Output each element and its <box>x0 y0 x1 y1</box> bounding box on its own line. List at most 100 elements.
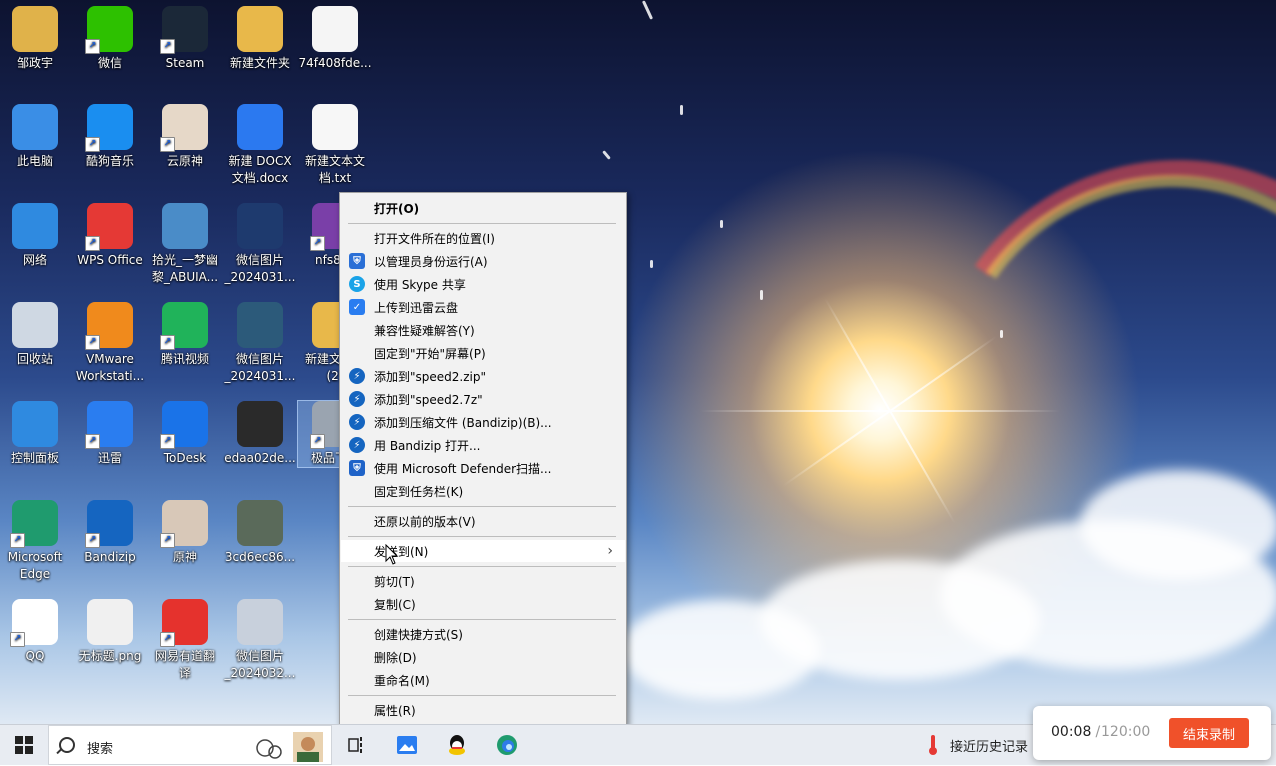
desktop-icon[interactable]: 新建文本文 档.txt <box>298 104 372 187</box>
taskbar-qq[interactable] <box>442 725 472 765</box>
taskbar-edge[interactable] <box>492 725 522 765</box>
desktop-icon[interactable]: ↗ 迅雷 <box>73 401 147 467</box>
cloud-genshin-icon: ↗ <box>160 104 208 152</box>
context-menu-item-label: 复制(C) <box>374 597 416 612</box>
context-menu-item[interactable]: ⚡ 添加到"speed2.7z" <box>341 388 625 410</box>
image-file-icon <box>162 203 208 249</box>
start-button[interactable] <box>0 725 48 765</box>
docx-file-icon <box>237 104 283 150</box>
desktop-icon-label: 无标题.png <box>78 649 142 663</box>
menu-separator <box>348 223 616 224</box>
desktop-icon[interactable]: ↗ Steam <box>148 6 222 72</box>
context-menu-item[interactable]: 打开(O) <box>341 197 625 219</box>
desktop-icon[interactable]: 无标题.png <box>73 599 147 665</box>
star-streak <box>720 220 723 228</box>
context-menu-item[interactable]: 属性(R) <box>341 699 625 721</box>
taskbar-photos[interactable] <box>392 725 422 765</box>
desktop-icon[interactable]: 微信图片 _2024032... <box>223 599 297 682</box>
image-file-icon <box>237 401 283 447</box>
context-menu-item[interactable]: 剪切(T) <box>341 570 625 592</box>
desktop-icon-label: 控制面板 <box>10 451 59 465</box>
desktop-icon[interactable]: ↗ QQ <box>0 599 72 665</box>
desktop-icon-label: edaa02de... <box>224 451 296 465</box>
image-file-icon <box>237 599 283 645</box>
desktop-icon-label: 邹政宇 <box>16 56 53 70</box>
desktop-icon[interactable]: ↗ 网易有道翻 译 <box>148 599 222 682</box>
desktop-icon[interactable]: 新建 DOCX 文档.docx <box>223 104 297 187</box>
desktop-icon-label: Bandizip <box>84 550 136 564</box>
desktop-icon-label: QQ <box>25 649 45 663</box>
context-menu-item[interactable]: 发送到(N) › <box>341 540 625 562</box>
shortcut-arrow-icon: ↗ <box>160 335 175 350</box>
desktop-icon[interactable]: 74f408fde... <box>298 6 372 72</box>
genshin-icon: ↗ <box>160 500 208 548</box>
search-icon <box>59 737 75 753</box>
desktop-icon[interactable]: 网络 <box>0 203 72 269</box>
weather-widget[interactable] <box>922 725 944 765</box>
desktop-icon[interactable]: ↗ Microsoft Edge <box>0 500 72 583</box>
desktop-icon[interactable]: 3cd6ec86... <box>223 500 297 566</box>
desktop-icon[interactable]: ↗ 原神 <box>148 500 222 566</box>
desktop-icon[interactable]: 拾光_一梦幽 黎_ABUIA... <box>148 203 222 286</box>
news-widget-text[interactable]: 接近历史记录 <box>950 725 1040 765</box>
desktop-icon[interactable]: 邹政宇 <box>0 6 72 72</box>
desktop-icon[interactable]: edaa02de... <box>223 401 297 467</box>
desktop-icon[interactable]: 控制面板 <box>0 401 72 467</box>
context-menu-item-label: 添加到"speed2.zip" <box>374 369 486 384</box>
context-menu-item[interactable]: 固定到任务栏(K) <box>341 480 625 502</box>
context-menu-item[interactable]: 重命名(M) <box>341 669 625 691</box>
context-menu-item[interactable]: ✓ 上传到迅雷云盘 <box>341 296 625 318</box>
context-menu-item[interactable]: 复制(C) <box>341 593 625 615</box>
desktop-icon-label: 微信图片 _2024031... <box>224 253 296 284</box>
desktop-icon[interactable]: ↗ 微信 <box>73 6 147 72</box>
chevron-right-icon: › <box>607 543 613 559</box>
context-menu-item[interactable]: S 使用 Skype 共享 <box>341 273 625 295</box>
shortcut-arrow-icon: ↗ <box>160 137 175 152</box>
context-menu-item[interactable]: ⚡ 添加到压缩文件 (Bandizip)(B)... <box>341 411 625 433</box>
context-menu-item[interactable]: 兼容性疑难解答(Y) <box>341 319 625 341</box>
desktop-icon-label: 回收站 <box>16 352 53 366</box>
context-menu-item[interactable]: ⚡ 用 Bandizip 打开... <box>341 434 625 456</box>
desktop-icon[interactable]: ↗ Bandizip <box>73 500 147 566</box>
context-menu-item[interactable]: 打开文件所在的位置(I) <box>341 227 625 249</box>
todesk-icon: ↗ <box>160 401 208 449</box>
qq-icon <box>449 735 465 755</box>
desktop-icon[interactable]: 回收站 <box>0 302 72 368</box>
shortcut-arrow-icon: ↗ <box>160 39 175 54</box>
desktop-icon[interactable]: 此电脑 <box>0 104 72 170</box>
stop-recording-button[interactable]: 结束录制 <box>1169 718 1249 748</box>
context-menu-item[interactable]: ⛨ 以管理员身份运行(A) <box>341 250 625 272</box>
desktop-icon[interactable]: 微信图片 _2024031... <box>223 302 297 385</box>
context-menu-item[interactable]: 创建快捷方式(S) <box>341 623 625 645</box>
shortcut-arrow-icon: ↗ <box>310 236 325 251</box>
context-menu-item[interactable]: 固定到"开始"屏幕(P) <box>341 342 625 364</box>
recycle-bin-icon <box>12 302 58 348</box>
desktop-icon[interactable]: ↗ 云原神 <box>148 104 222 170</box>
context-menu-item[interactable]: 删除(D) <box>341 646 625 668</box>
taskbar-search-box[interactable]: 搜索 <box>48 725 332 765</box>
mouse-cursor-icon <box>385 544 399 565</box>
desktop-icon[interactable]: ↗ 酷狗音乐 <box>73 104 147 170</box>
computer-icon <box>12 104 58 150</box>
shortcut-arrow-icon: ↗ <box>85 533 100 548</box>
tencent-video-icon: ↗ <box>160 302 208 350</box>
context-menu-item[interactable]: 还原以前的版本(V) <box>341 510 625 532</box>
desktop-icon[interactable]: ↗ ToDesk <box>148 401 222 467</box>
context-menu-item-label: 重命名(M) <box>374 673 430 688</box>
edge-icon: ↗ <box>10 500 58 548</box>
context-menu-item-label: 添加到压缩文件 (Bandizip)(B)... <box>374 415 552 430</box>
desktop-icon[interactable]: ↗ VMware Workstati... <box>73 302 147 385</box>
desktop-icon[interactable]: ↗ WPS Office <box>73 203 147 269</box>
desktop[interactable]: 邹政宇 ↗ 微信 ↗ Steam 新建文件夹 74f408fde... 此电脑 ↗ 酷狗音乐 ↗ 云原… <box>0 0 1276 724</box>
desktop-icon-label: 微信图片 _2024031... <box>224 352 296 383</box>
desktop-icon-label: 新建文件夹 <box>229 56 290 70</box>
desktop-icon[interactable]: 微信图片 _2024031... <box>223 203 297 286</box>
context-menu-item[interactable]: ⛨ 使用 Microsoft Defender扫描... <box>341 457 625 479</box>
desktop-icon[interactable]: ↗ 腾讯视频 <box>148 302 222 368</box>
vmware-icon: ↗ <box>85 302 133 350</box>
steam-icon: ↗ <box>160 6 208 54</box>
desktop-icon[interactable]: 新建文件夹 <box>223 6 297 72</box>
context-menu-item[interactable]: ⚡ 添加到"speed2.zip" <box>341 365 625 387</box>
shortcut-arrow-icon: ↗ <box>160 533 175 548</box>
task-view-button[interactable] <box>340 725 374 765</box>
